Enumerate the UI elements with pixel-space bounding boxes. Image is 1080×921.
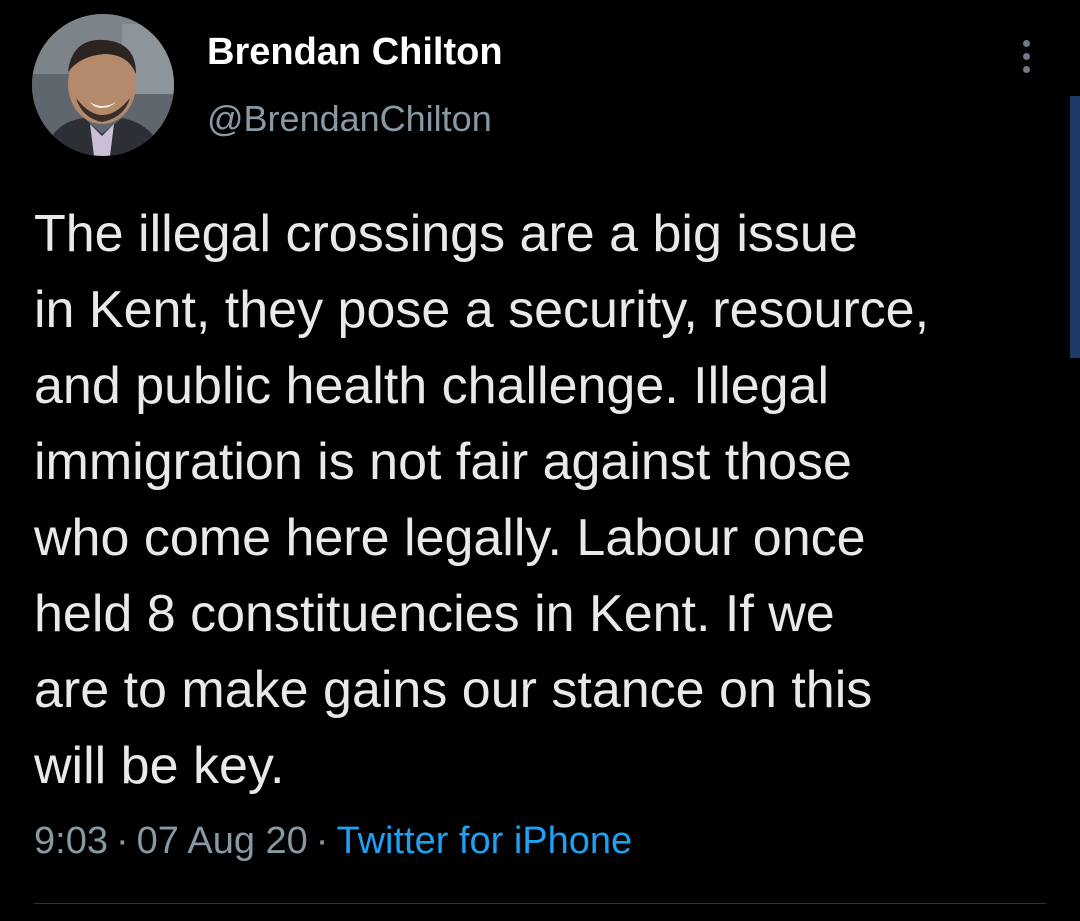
more-options-button[interactable] (1008, 36, 1044, 76)
tweet-meta: 9:03 · 07 Aug 20 · Twitter for iPhone (34, 816, 632, 866)
more-vertical-icon (1022, 39, 1030, 47)
scrollbar[interactable] (1070, 96, 1080, 358)
divider (34, 903, 1046, 904)
author-display-name[interactable]: Brendan Chilton (207, 28, 503, 76)
meta-separator: · (315, 820, 329, 862)
tweet-time: 9:03 (34, 820, 108, 862)
tweet-detail: Brendan Chilton @BrendanChilton The ille… (0, 0, 1080, 921)
tweet-date: 07 Aug 20 (136, 820, 308, 862)
profile-photo-icon (32, 14, 174, 156)
avatar[interactable] (32, 14, 174, 156)
more-vertical-icon (1022, 65, 1030, 73)
meta-separator: · (115, 820, 129, 862)
tweet-text: The illegal crossings are a big issue in… (34, 205, 930, 795)
more-vertical-icon (1022, 52, 1030, 60)
author-handle[interactable]: @BrendanChilton (207, 96, 492, 142)
tweet-source-link[interactable]: Twitter for iPhone (336, 820, 632, 862)
